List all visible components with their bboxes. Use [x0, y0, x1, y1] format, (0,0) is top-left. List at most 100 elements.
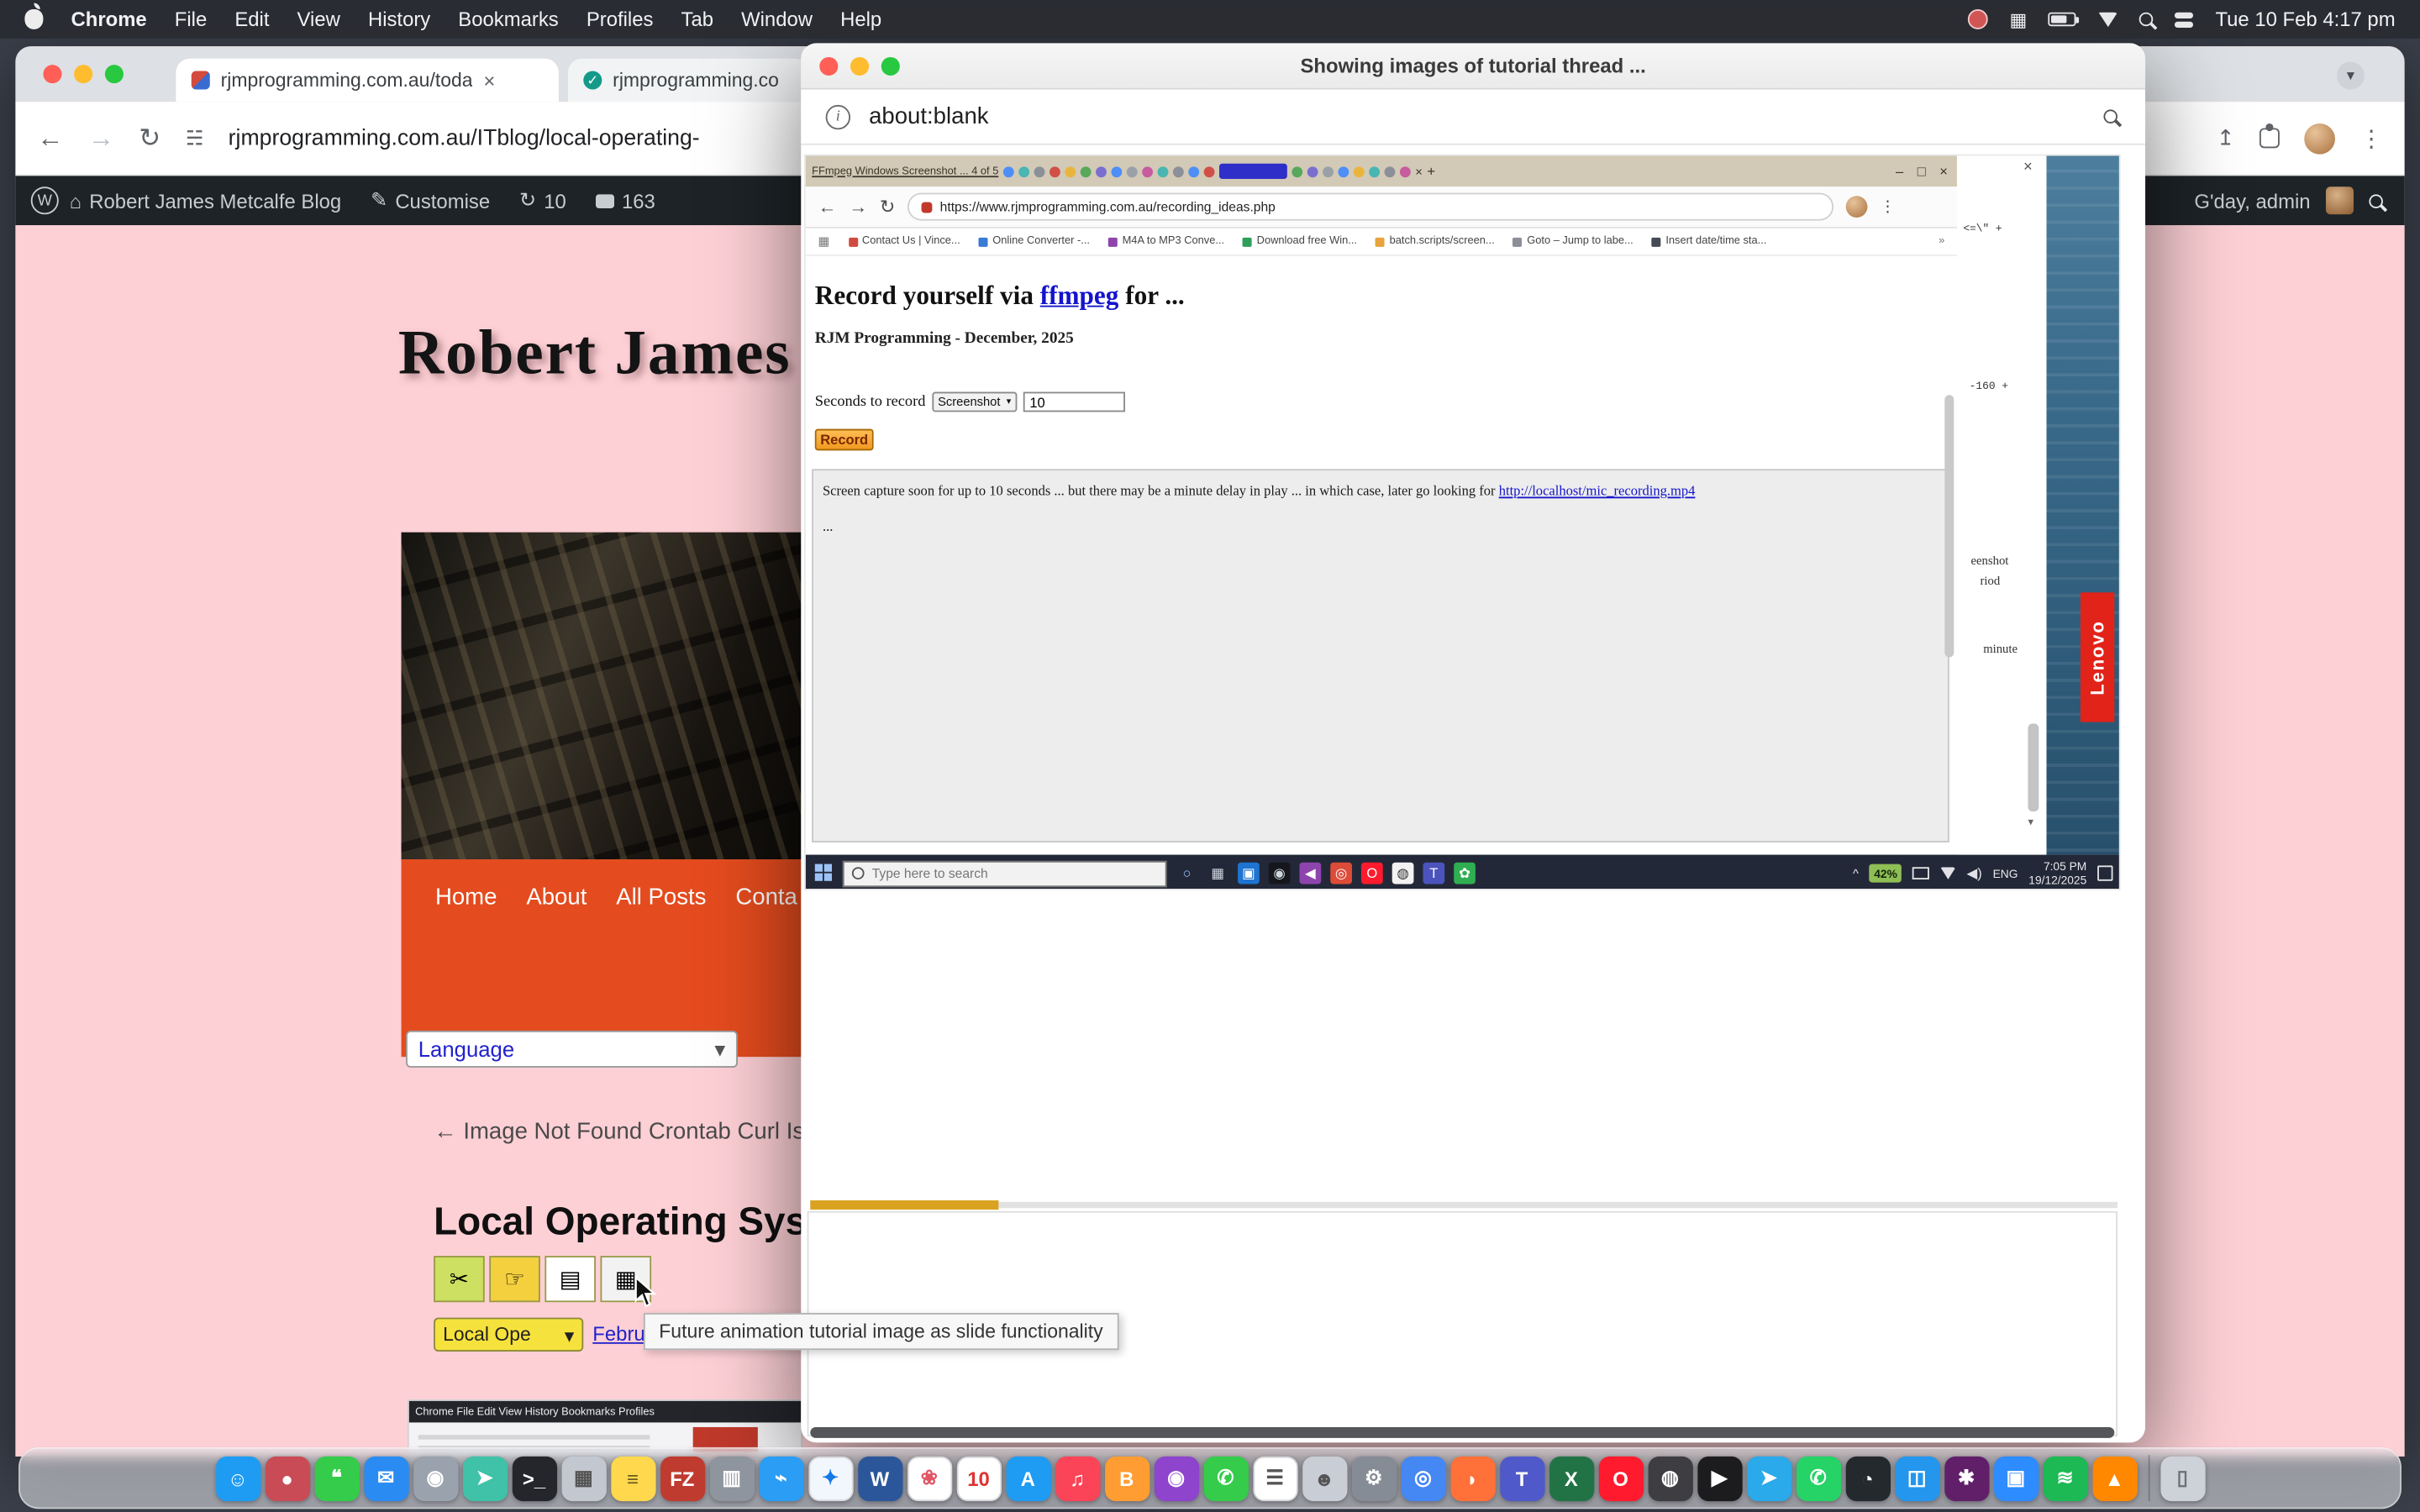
spotlight-search-icon[interactable] — [2139, 13, 2154, 27]
dock-icon-word[interactable]: W — [857, 1456, 902, 1500]
popup-address-text[interactable]: about:blank — [869, 103, 988, 129]
menu-history[interactable]: History — [368, 8, 430, 31]
nav-home[interactable]: Home — [435, 884, 497, 910]
books-tool-button[interactable]: ▤ — [544, 1256, 596, 1302]
dock-icon-teams[interactable]: T — [1499, 1456, 1544, 1500]
dock-icon-archive-utility[interactable]: ▥ — [709, 1456, 754, 1500]
share-icon[interactable]: ↥ — [2217, 125, 2235, 151]
keyboard-icon[interactable]: ▦ — [2010, 8, 2028, 30]
dock-icon-github[interactable]: ◔ — [1845, 1456, 1890, 1500]
dock-icon-chrome[interactable]: ◎ — [1401, 1456, 1445, 1500]
status-app-icon[interactable] — [1968, 9, 1988, 29]
browser-tab-2[interactable]: ✓ rjmprogramming.co — [568, 59, 809, 102]
dock-icon-photos[interactable]: ❀ — [907, 1456, 951, 1500]
dock-icon-terminal[interactable]: >_ — [512, 1456, 556, 1500]
minimize-window-button[interactable] — [74, 65, 92, 83]
tab-search-chevron-icon[interactable]: ▾ — [2337, 61, 2365, 89]
nav-all-posts[interactable]: All Posts — [616, 884, 706, 910]
dock-icon-whatsapp[interactable]: ✆ — [1796, 1456, 1840, 1500]
dock-icon-podcasts[interactable]: ◉ — [1154, 1456, 1198, 1500]
dock-icon-preview[interactable]: ◉ — [413, 1456, 457, 1500]
menu-bookmarks[interactable]: Bookmarks — [458, 8, 558, 31]
profile-avatar[interactable] — [2304, 123, 2335, 154]
dock-icon-reminders[interactable]: ☰ — [1253, 1456, 1297, 1500]
dock-icon-calendar[interactable]: 10 — [956, 1456, 1001, 1500]
dock-icon-books[interactable]: B — [1104, 1456, 1149, 1500]
info-icon[interactable]: i — [826, 104, 850, 129]
dock-icon-facetime[interactable]: ✆ — [1203, 1456, 1248, 1500]
dock-icon-siri[interactable]: ● — [265, 1456, 309, 1500]
dock-icon-music[interactable]: ♫ — [1055, 1456, 1099, 1500]
menu-tab[interactable]: Tab — [681, 8, 714, 31]
dock-icon-system-settings[interactable]: ⚙ — [1351, 1456, 1396, 1500]
adminbar-search-icon[interactable] — [2369, 194, 2383, 208]
site-settings-icon[interactable]: ☵ — [186, 126, 203, 150]
adminbar-site-name[interactable]: ⌂ Robert James Metcalfe Blog — [70, 189, 342, 213]
animation-tool-button[interactable]: ✂ — [434, 1256, 485, 1302]
dock-icon-maps[interactable]: ➤ — [462, 1456, 507, 1500]
dock-icon-messages[interactable]: ❝ — [314, 1456, 359, 1500]
adminbar-greeting[interactable]: G'day, admin — [2194, 189, 2310, 213]
dock-icon-finder[interactable]: ☺ — [215, 1456, 260, 1500]
apple-menu-icon[interactable] — [24, 9, 43, 29]
dock-icon-spotify[interactable]: ≋ — [2043, 1456, 2087, 1500]
menu-view[interactable]: View — [297, 8, 340, 31]
popup-minimize-button[interactable] — [850, 57, 869, 76]
extensions-icon[interactable] — [2260, 128, 2280, 148]
dock-icon-appstore[interactable]: A — [1006, 1456, 1050, 1500]
dock-icon-zoom[interactable]: ▣ — [1993, 1456, 2038, 1500]
dock-icon-notes[interactable]: ≡ — [610, 1456, 655, 1500]
dock-icon-vscode[interactable]: ⌁ — [759, 1456, 803, 1500]
popup-horizontal-scrollbar[interactable] — [810, 1427, 2114, 1438]
control-center-icon[interactable] — [2175, 12, 2194, 18]
close-window-button[interactable] — [43, 65, 61, 83]
dock-icon-vlc[interactable]: ▲ — [2092, 1456, 2137, 1500]
period-select[interactable]: Local Ope ▾ — [434, 1318, 583, 1352]
dock-icon-telegram[interactable]: ➤ — [1746, 1456, 1791, 1500]
reload-icon[interactable]: ↻ — [139, 123, 160, 154]
popup-close-button[interactable] — [819, 57, 838, 76]
battery-icon[interactable] — [2049, 13, 2076, 27]
menu-chrome[interactable]: Chrome — [71, 8, 146, 31]
menu-file[interactable]: File — [175, 8, 207, 31]
back-icon[interactable]: ← — [37, 123, 63, 154]
dock-icon-excel[interactable]: X — [1549, 1456, 1593, 1500]
previous-post-link[interactable]: ← Image Not Found Crontab Curl Issue — [434, 1119, 841, 1145]
wordpress-logo-icon[interactable]: W — [31, 186, 59, 214]
forward-icon[interactable]: → — [88, 123, 114, 154]
dock-icon-safari[interactable]: ✦ — [808, 1456, 853, 1500]
address-bar-url[interactable]: rjmprogramming.com.au/ITblog/local-opera… — [229, 126, 700, 150]
nav-about[interactable]: About — [526, 884, 587, 910]
dock-icon-launchpad[interactable]: ▦ — [561, 1456, 606, 1500]
popup-titlebar[interactable]: Showing images of tutorial thread ... — [801, 43, 2145, 89]
menu-window[interactable]: Window — [741, 8, 813, 31]
admin-avatar[interactable] — [2326, 186, 2354, 214]
dock-icon-tv[interactable]: ▶ — [1697, 1456, 1741, 1500]
dock-icon-slack[interactable]: ✱ — [1944, 1456, 1988, 1500]
pointer-tool-button[interactable]: ☞ — [489, 1256, 540, 1302]
adminbar-comments[interactable]: 163 — [596, 189, 655, 213]
menu-help[interactable]: Help — [840, 8, 881, 31]
menubar-clock[interactable]: Tue 10 Feb 4:17 pm — [2215, 8, 2395, 31]
popup-zoom-button[interactable] — [881, 57, 900, 76]
browser-tab-1[interactable]: rjmprogramming.com.au/toda × — [176, 59, 559, 102]
wifi-icon[interactable] — [2098, 12, 2118, 27]
close-tab-icon[interactable]: × — [483, 69, 495, 92]
dock-icon-mail[interactable]: ✉ — [364, 1456, 408, 1500]
menu-edit[interactable]: Edit — [234, 8, 269, 31]
dock-icon-firefox[interactable]: ◗ — [1450, 1456, 1495, 1500]
nav-contact[interactable]: Conta — [735, 884, 797, 910]
language-select[interactable]: Language ▾ — [406, 1031, 738, 1068]
adminbar-updates[interactable]: ↻ 10 — [519, 188, 566, 213]
month-link[interactable]: Febru — [592, 1322, 644, 1346]
browser-menu-icon[interactable]: ⋮ — [2360, 124, 2383, 152]
dock-icon-filezilla[interactable]: FZ — [660, 1456, 704, 1500]
blog-site-title[interactable]: Robert James M — [398, 315, 870, 389]
zoom-window-button[interactable] — [105, 65, 124, 83]
dock-icon-docker[interactable]: ◫ — [1895, 1456, 1939, 1500]
menu-profiles[interactable]: Profiles — [587, 8, 654, 31]
dock-icon-opera[interactable]: O — [1598, 1456, 1643, 1500]
adminbar-customise[interactable]: ✎ Customise — [371, 188, 490, 213]
popup-search-icon[interactable] — [2103, 109, 2118, 123]
dock-icon-trash[interactable]: ▯ — [2160, 1456, 2205, 1500]
